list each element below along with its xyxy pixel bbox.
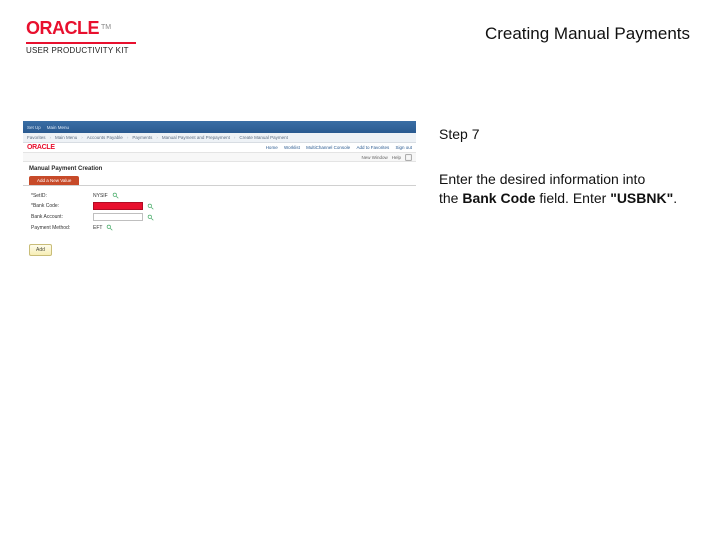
crumb-item[interactable]: Payments — [132, 135, 152, 140]
crumb-item[interactable]: Accounts Payable — [87, 135, 123, 140]
instruction-line2-prefix: the — [439, 190, 462, 206]
tab-add-new-value[interactable]: Add a New Value — [29, 176, 79, 185]
row-bank-account: Bank Account: — [31, 213, 408, 221]
setid-label: *SetID: — [31, 193, 89, 199]
app-header-bar: ORACLE Home Worklist MultiChannel Consol… — [23, 143, 416, 153]
instruction-line2-suffix: . — [673, 190, 677, 206]
row-setid: *SetID: NYSIF — [31, 192, 408, 199]
bank-account-input[interactable] — [93, 213, 143, 221]
bank-account-label: Bank Account: — [31, 214, 89, 220]
slide-header: ORACLE TM USER PRODUCTIVITY KIT Creating… — [0, 0, 720, 58]
app-global-nav: Set Up Main Menu — [23, 121, 416, 133]
nav-item[interactable]: Main Menu — [47, 125, 69, 130]
crumb-item[interactable]: Create Manual Payment — [239, 135, 288, 140]
lookup-icon[interactable] — [112, 192, 119, 199]
trademark-symbol: TM — [101, 24, 111, 31]
oracle-wordmark: ORACLE — [26, 18, 99, 39]
instruction-bold-value: "USBNK" — [610, 190, 673, 206]
worklist-link[interactable]: Worklist — [284, 145, 300, 150]
app-screenshot: Set Up Main Menu Favorites› Main Menu› A… — [22, 120, 417, 280]
slide-content: Set Up Main Menu Favorites› Main Menu› A… — [22, 120, 698, 520]
new-window-link[interactable]: New Window — [361, 155, 387, 160]
personalize-icon[interactable] — [405, 154, 412, 161]
payment-method-label: Payment Method: — [31, 225, 89, 231]
help-link[interactable]: Help — [392, 155, 401, 160]
setid-value: NYSIF — [93, 193, 108, 199]
lookup-icon[interactable] — [147, 203, 154, 210]
instruction-text: Enter the desired information into the B… — [439, 170, 698, 208]
instruction-line1: Enter the desired information into — [439, 171, 645, 187]
brand-rule — [26, 42, 136, 44]
add-favorites-link[interactable]: Add to Favorites — [356, 145, 389, 150]
brand-subtitle: USER PRODUCTIVITY KIT — [26, 46, 166, 55]
row-bank-code: *Bank Code: — [31, 202, 408, 210]
lookup-icon[interactable] — [147, 214, 154, 221]
payment-method-value: EFT — [93, 225, 102, 231]
crumb-item[interactable]: Main Menu — [55, 135, 77, 140]
page-title: Creating Manual Payments — [485, 24, 690, 44]
app-page-title: Manual Payment Creation — [23, 162, 416, 174]
breadcrumb: Favorites› Main Menu› Accounts Payable› … — [23, 133, 416, 143]
instruction-line2-mid: field. Enter — [535, 190, 610, 206]
instruction-panel: Step 7 Enter the desired information int… — [417, 120, 698, 520]
mcc-link[interactable]: MultiChannel Console — [306, 145, 350, 150]
app-utility-bar: New Window Help — [23, 153, 416, 162]
instruction-bold-field: Bank Code — [462, 190, 535, 206]
tab-row: Add a New Value — [23, 174, 416, 186]
lookup-icon[interactable] — [106, 224, 113, 231]
bank-code-input[interactable] — [93, 202, 143, 210]
row-payment-method: Payment Method: EFT — [31, 224, 408, 231]
crumb-item[interactable]: Favorites — [27, 135, 46, 140]
add-button[interactable]: Add — [29, 244, 52, 256]
signout-link[interactable]: Sign out — [395, 145, 412, 150]
nav-item[interactable]: Set Up — [27, 125, 41, 130]
oracle-logo: ORACLE TM — [26, 18, 166, 39]
oracle-mini-logo: ORACLE — [27, 144, 55, 151]
home-link[interactable]: Home — [266, 145, 278, 150]
form-area: *SetID: NYSIF *Bank Code: Bank Account: — [23, 186, 416, 240]
header-links: Home Worklist MultiChannel Console Add t… — [261, 145, 412, 150]
step-label: Step 7 — [439, 126, 698, 142]
bank-code-label: *Bank Code: — [31, 203, 89, 209]
crumb-item[interactable]: Manual Payment and Prepayment — [162, 135, 230, 140]
brand-block: ORACLE TM USER PRODUCTIVITY KIT — [26, 18, 166, 55]
